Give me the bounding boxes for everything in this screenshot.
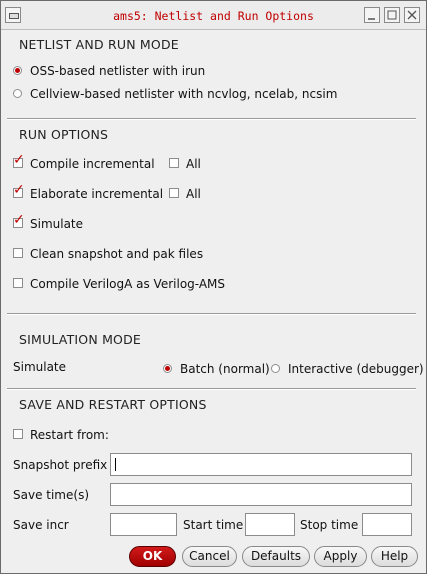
save-incr-label: Save incr	[13, 518, 69, 532]
simulation-mode-heading: SIMULATION MODE	[19, 332, 142, 347]
stop-time-label: Stop time	[300, 518, 359, 532]
simulate-mode-label: Simulate	[13, 360, 67, 374]
compile-veriloga-label: Compile VerilogA as Verilog-AMS	[30, 277, 226, 291]
start-time-label: Start time	[183, 518, 244, 532]
elaborate-all-label: All	[186, 187, 201, 201]
save-incr-input[interactable]	[110, 513, 177, 536]
minimize-icon[interactable]	[364, 7, 380, 23]
defaults-button[interactable]: Defaults	[242, 546, 310, 567]
run-options-heading: RUN OPTIONS	[19, 127, 109, 142]
separator	[7, 388, 416, 390]
title-bar: ams5: Netlist and Run Options	[1, 1, 426, 30]
apply-button[interactable]: Apply	[314, 546, 367, 567]
help-button[interactable]: Help	[371, 546, 418, 567]
separator	[7, 313, 416, 315]
elaborate-all-checkbox[interactable]	[169, 188, 179, 198]
restart-from-checkbox[interactable]	[13, 429, 23, 439]
cancel-button[interactable]: Cancel	[182, 546, 237, 567]
snapshot-prefix-label: Snapshot prefix	[13, 458, 108, 472]
save-times-input[interactable]	[110, 483, 412, 506]
oss-netlister-label: OSS-based netlister with irun	[30, 64, 206, 78]
separator	[7, 118, 416, 120]
close-icon-glyph	[407, 10, 417, 20]
cellview-netlister-label: Cellview-based netlister with ncvlog, nc…	[30, 87, 338, 101]
elaborate-incremental-label: Elaborate incremental	[30, 187, 164, 201]
batch-mode-radio[interactable]	[163, 364, 172, 373]
clean-snapshot-label: Clean snapshot and pak files	[30, 247, 204, 261]
netlist-mode-heading: NETLIST AND RUN MODE	[19, 37, 179, 52]
interactive-mode-label: Interactive (debugger)	[288, 362, 424, 376]
simulate-checkbox[interactable]: ✓	[13, 213, 25, 228]
interactive-mode-radio[interactable]	[271, 364, 280, 373]
compile-veriloga-checkbox[interactable]	[13, 278, 23, 288]
ok-button[interactable]: OK	[129, 546, 176, 567]
dialog-window: ams5: Netlist and Run Options NETLIST AN…	[0, 0, 427, 574]
minimize-icon-glyph	[368, 18, 375, 20]
checkmark-icon: ✓	[13, 152, 25, 168]
start-time-input[interactable]	[245, 513, 295, 536]
oss-netlister-radio[interactable]	[13, 66, 22, 75]
simulate-label: Simulate	[30, 217, 84, 231]
save-restart-heading: SAVE AND RESTART OPTIONS	[19, 397, 207, 412]
save-times-label: Save time(s)	[13, 488, 89, 502]
close-icon[interactable]	[404, 7, 420, 23]
clean-snapshot-checkbox[interactable]	[13, 248, 23, 258]
compile-all-checkbox[interactable]	[169, 158, 179, 168]
snapshot-prefix-input[interactable]	[110, 453, 412, 476]
elaborate-incremental-checkbox[interactable]: ✓	[13, 183, 25, 198]
restart-from-label: Restart from:	[30, 428, 109, 442]
window-title: ams5: Netlist and Run Options	[113, 9, 314, 23]
text-cursor	[115, 458, 116, 471]
stop-time-input[interactable]	[362, 513, 412, 536]
maximize-icon[interactable]	[384, 7, 400, 23]
maximize-icon-glyph	[387, 10, 397, 20]
checkmark-icon: ✓	[13, 182, 25, 198]
compile-incremental-checkbox[interactable]: ✓	[13, 153, 25, 168]
checkmark-icon: ✓	[13, 212, 25, 228]
compile-incremental-label: Compile incremental	[30, 157, 155, 171]
cellview-netlister-radio[interactable]	[13, 89, 22, 98]
compile-all-label: All	[186, 157, 201, 171]
batch-mode-label: Batch (normal)	[180, 362, 270, 376]
